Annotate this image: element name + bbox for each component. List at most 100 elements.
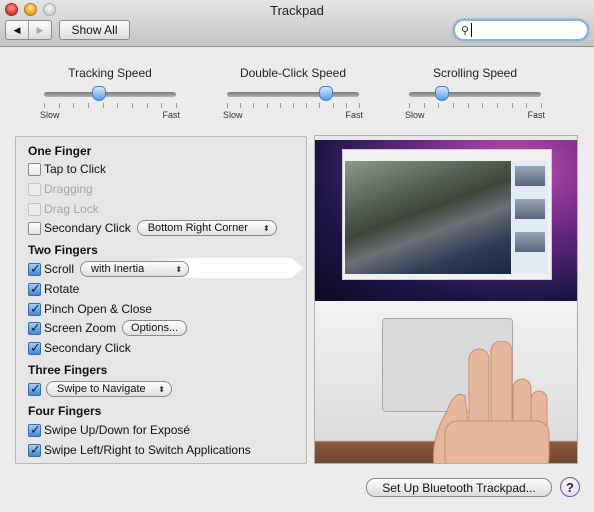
preview-screen [315, 136, 577, 301]
slider-tick [293, 103, 294, 108]
show-all-button[interactable]: Show All [59, 20, 130, 40]
setup-bluetooth-trackpad-button[interactable]: Set Up Bluetooth Trackpad... [366, 478, 552, 497]
three-fingers-heading: Three Fingers [28, 363, 108, 377]
drag-lock-checkbox [28, 202, 41, 216]
three-finger-swipe-checkbox[interactable] [28, 381, 41, 397]
one-finger-heading: One Finger [28, 144, 92, 158]
two-finger-secondary-click-row[interactable]: Secondary Click [28, 339, 131, 357]
tracking-speed-thumb[interactable] [92, 86, 107, 101]
drag-lock-row: Drag Lock [28, 200, 99, 218]
slider-tick [227, 103, 228, 108]
forward-button[interactable]: ▶ [28, 21, 51, 39]
search-icon: ⚲ [461, 24, 470, 37]
slider-tick [253, 103, 255, 108]
slider-tick [146, 103, 148, 108]
tracking-speed-ticks [44, 103, 177, 109]
tap-to-click-row[interactable]: Tap to Click [28, 160, 106, 178]
scrolling-speed-thumb[interactable] [435, 86, 449, 101]
slider-tick [306, 103, 308, 108]
tracking-speed-track[interactable] [44, 86, 176, 101]
scrolling-speed-ticks [409, 103, 542, 109]
slider-tick [467, 103, 469, 108]
pinch-row[interactable]: Pinch Open & Close [28, 300, 152, 318]
three-finger-swipe-popup[interactable]: Swipe to Navigate ⬍ [46, 381, 172, 397]
search-field[interactable]: ⚲ [453, 19, 594, 41]
one-finger-secondary-click-checkbox[interactable] [28, 221, 41, 235]
double-click-speed-ticks [227, 103, 360, 109]
preview-app-window [342, 149, 552, 280]
help-button[interactable]: ? [560, 477, 580, 497]
screen-zoom-label: Screen Zoom [44, 321, 117, 335]
fast-label: Fast [162, 110, 180, 120]
slider-tick [511, 103, 513, 108]
slider-tick [423, 103, 425, 108]
preview-photo [345, 161, 511, 274]
slider-tick [482, 103, 484, 108]
two-finger-secondary-click-checkbox[interactable] [28, 340, 41, 356]
double-click-speed-track[interactable] [227, 86, 359, 101]
forward-arrow-icon: ▶ [36, 24, 44, 35]
tracking-speed-label: Tracking Speed [68, 66, 152, 80]
slow-label: Slow [223, 110, 243, 120]
slider-tick [541, 103, 542, 108]
slider-tick [161, 103, 163, 108]
scrolling-speed-track[interactable] [409, 86, 541, 101]
up-down-arrows-icon: ⬍ [263, 223, 270, 233]
fast-label: Fast [527, 110, 545, 120]
gesture-preview-video [314, 135, 578, 464]
tap-to-click-checkbox[interactable] [28, 162, 41, 176]
slider-tick [453, 103, 454, 108]
slider-tick [526, 103, 528, 108]
tap-to-click-label: Tap to Click [44, 162, 107, 176]
expose-row[interactable]: Swipe Up/Down for Exposé [28, 421, 190, 439]
popup-value: with Inertia [91, 263, 145, 275]
one-finger-secondary-click-label: Secondary Click [44, 221, 131, 235]
rotate-label: Rotate [44, 282, 80, 296]
up-down-arrows-icon: ⬍ [175, 264, 183, 274]
preview-menubar [315, 136, 577, 140]
drag-lock-label: Drag Lock [44, 202, 99, 216]
dragging-row: Dragging [28, 180, 93, 198]
screen-zoom-options-button[interactable]: Options... [122, 320, 188, 336]
tracking-speed-slider-group: Tracking Speed Slow Fast [40, 66, 180, 120]
slow-label: Slow [405, 110, 425, 120]
switch-apps-row[interactable]: Swipe Left/Right to Switch Applications [28, 441, 251, 459]
back-arrow-icon: ◀ [13, 24, 21, 35]
slider-tick [359, 103, 360, 108]
scroll-inertia-popup[interactable]: with Inertia ⬍ [80, 261, 190, 277]
scroll-label: Scroll [44, 262, 75, 276]
one-finger-secondary-click-row[interactable]: Secondary Click Bottom Right Corner ⬍ [28, 219, 277, 237]
preview-trackpad-area [315, 301, 577, 463]
slider-tick [58, 103, 60, 108]
switch-apps-checkbox[interactable] [28, 442, 41, 458]
double-click-speed-thumb[interactable] [319, 86, 333, 101]
rotate-row[interactable]: Rotate [28, 280, 79, 298]
slider-tick [319, 103, 321, 108]
gesture-options-panel: One Finger Tap to Click Dragging Drag Lo… [15, 136, 307, 464]
hand-icon [433, 341, 550, 463]
screen-zoom-checkbox[interactable] [28, 320, 41, 336]
two-fingers-heading: Two Fingers [28, 243, 98, 257]
window-titlebar: Trackpad ◀ ▶ Show All ⚲ [0, 0, 594, 47]
popup-value: Swipe to Navigate [57, 383, 146, 395]
double-click-speed-slider-group: Double-Click Speed Slow Fast [223, 66, 363, 120]
up-down-arrows-icon: ⬍ [158, 384, 165, 394]
secondary-click-corner-popup[interactable]: Bottom Right Corner ⬍ [136, 220, 277, 236]
preview-thumbnails [512, 161, 548, 274]
search-input[interactable] [471, 23, 594, 37]
scrolling-speed-label: Scrolling Speed [432, 66, 518, 80]
expose-checkbox[interactable] [28, 422, 41, 438]
slider-tick [132, 103, 133, 108]
slider-tick [409, 103, 410, 108]
slider-tick [88, 103, 89, 108]
rotate-checkbox[interactable] [28, 281, 41, 297]
scroll-row[interactable]: Scroll with Inertia ⬍ [28, 260, 190, 278]
pinch-checkbox[interactable] [28, 301, 41, 317]
back-button[interactable]: ◀ [6, 21, 28, 39]
slider-tick [240, 103, 242, 108]
nav-segment: ◀ ▶ [5, 20, 52, 40]
scroll-checkbox[interactable] [28, 261, 41, 277]
screen-zoom-row[interactable]: Screen Zoom Options... [28, 319, 188, 337]
slider-tick [266, 103, 268, 108]
three-finger-swipe-row[interactable]: Swipe to Navigate ⬍ [28, 380, 172, 398]
